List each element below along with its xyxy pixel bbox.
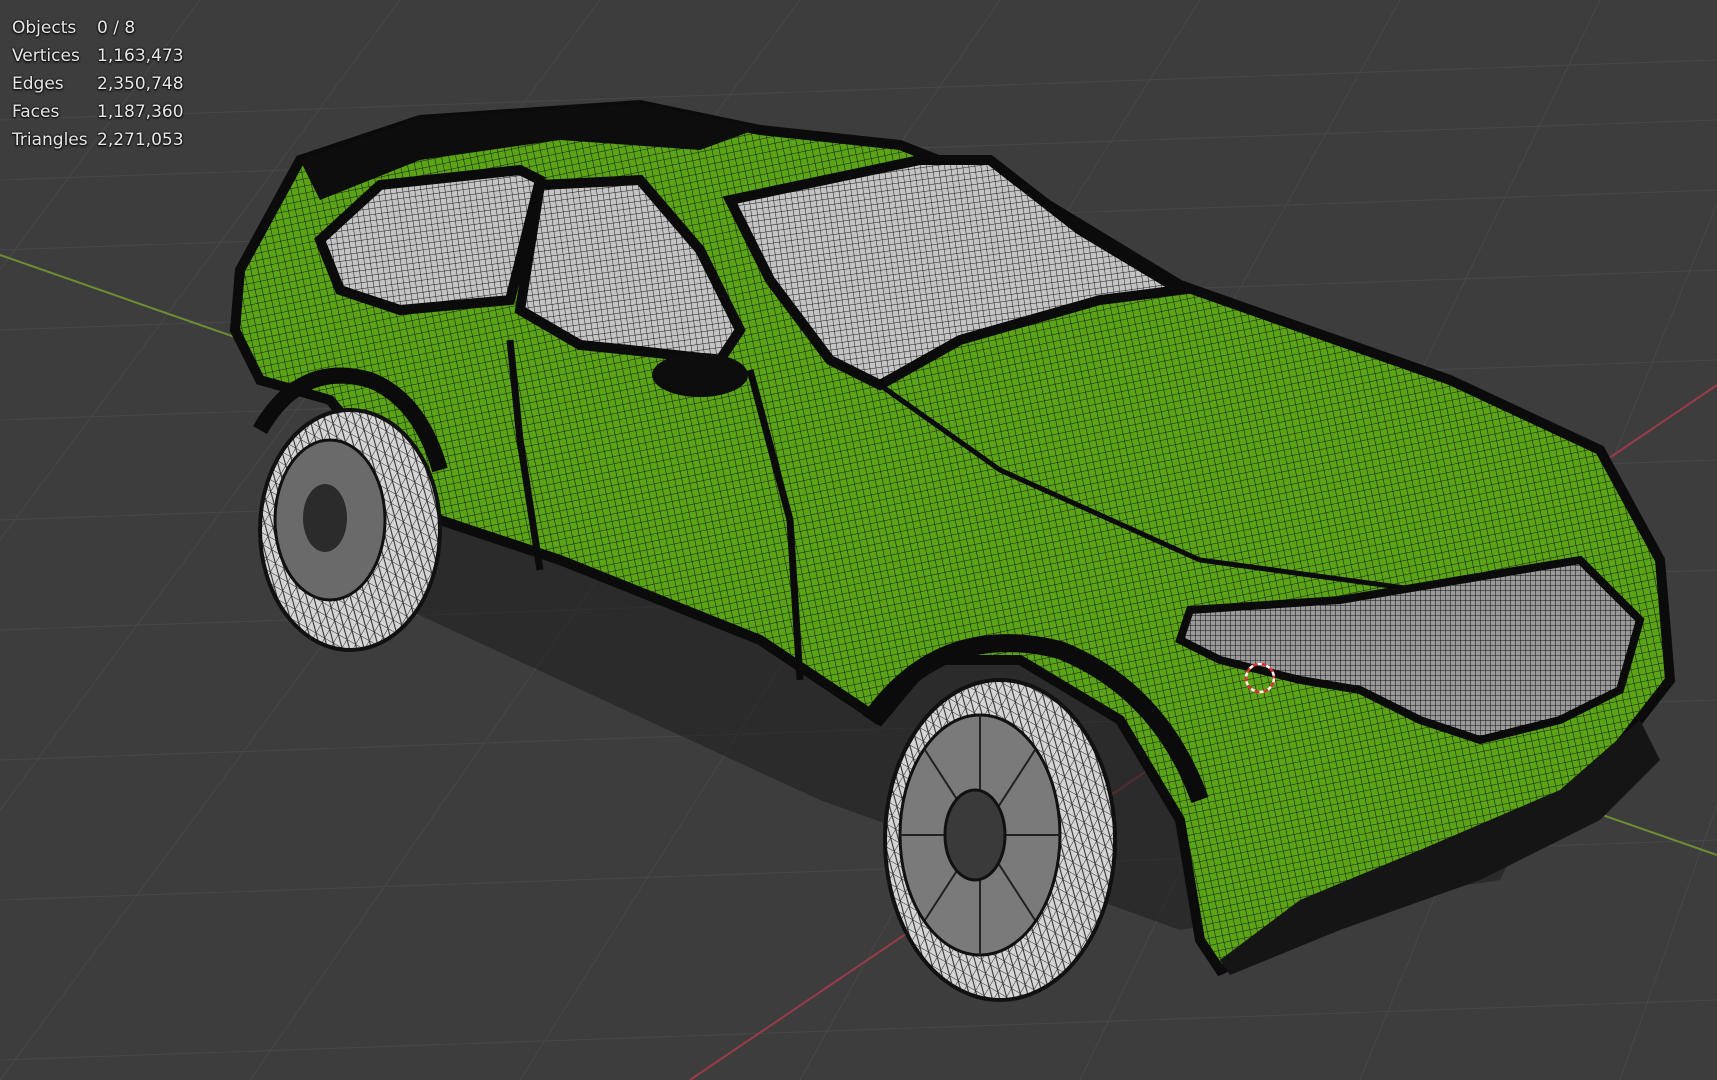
- stat-value: 2,350,748: [97, 74, 184, 94]
- stat-label: Faces: [12, 102, 60, 122]
- stat-value: 2,271,053: [97, 130, 184, 150]
- stat-label: Triangles: [12, 130, 88, 150]
- viewport-scene[interactable]: [0, 0, 1717, 1080]
- stat-value: 0 / 8: [97, 18, 136, 38]
- stat-objects: Objects 0 / 8: [12, 14, 184, 42]
- stat-triangles: Triangles 2,271,053: [12, 126, 184, 154]
- stat-value: 1,163,473: [97, 46, 184, 66]
- stat-label: Objects: [12, 18, 77, 38]
- stat-value: 1,187,360: [97, 102, 184, 122]
- scene-statistics-overlay: Objects 0 / 8 Vertices 1,163,473 Edges 2…: [12, 14, 184, 154]
- stat-faces: Faces 1,187,360: [12, 98, 184, 126]
- side-mirror: [652, 353, 748, 397]
- 3d-viewport[interactable]: Objects 0 / 8 Vertices 1,163,473 Edges 2…: [0, 0, 1717, 1080]
- rear-wheel[interactable]: [258, 408, 442, 652]
- front-wheel[interactable]: [883, 678, 1117, 1002]
- stat-edges: Edges 2,350,748: [12, 70, 184, 98]
- stat-label: Vertices: [12, 46, 80, 66]
- stat-vertices: Vertices 1,163,473: [12, 42, 184, 70]
- stat-label: Edges: [12, 74, 64, 94]
